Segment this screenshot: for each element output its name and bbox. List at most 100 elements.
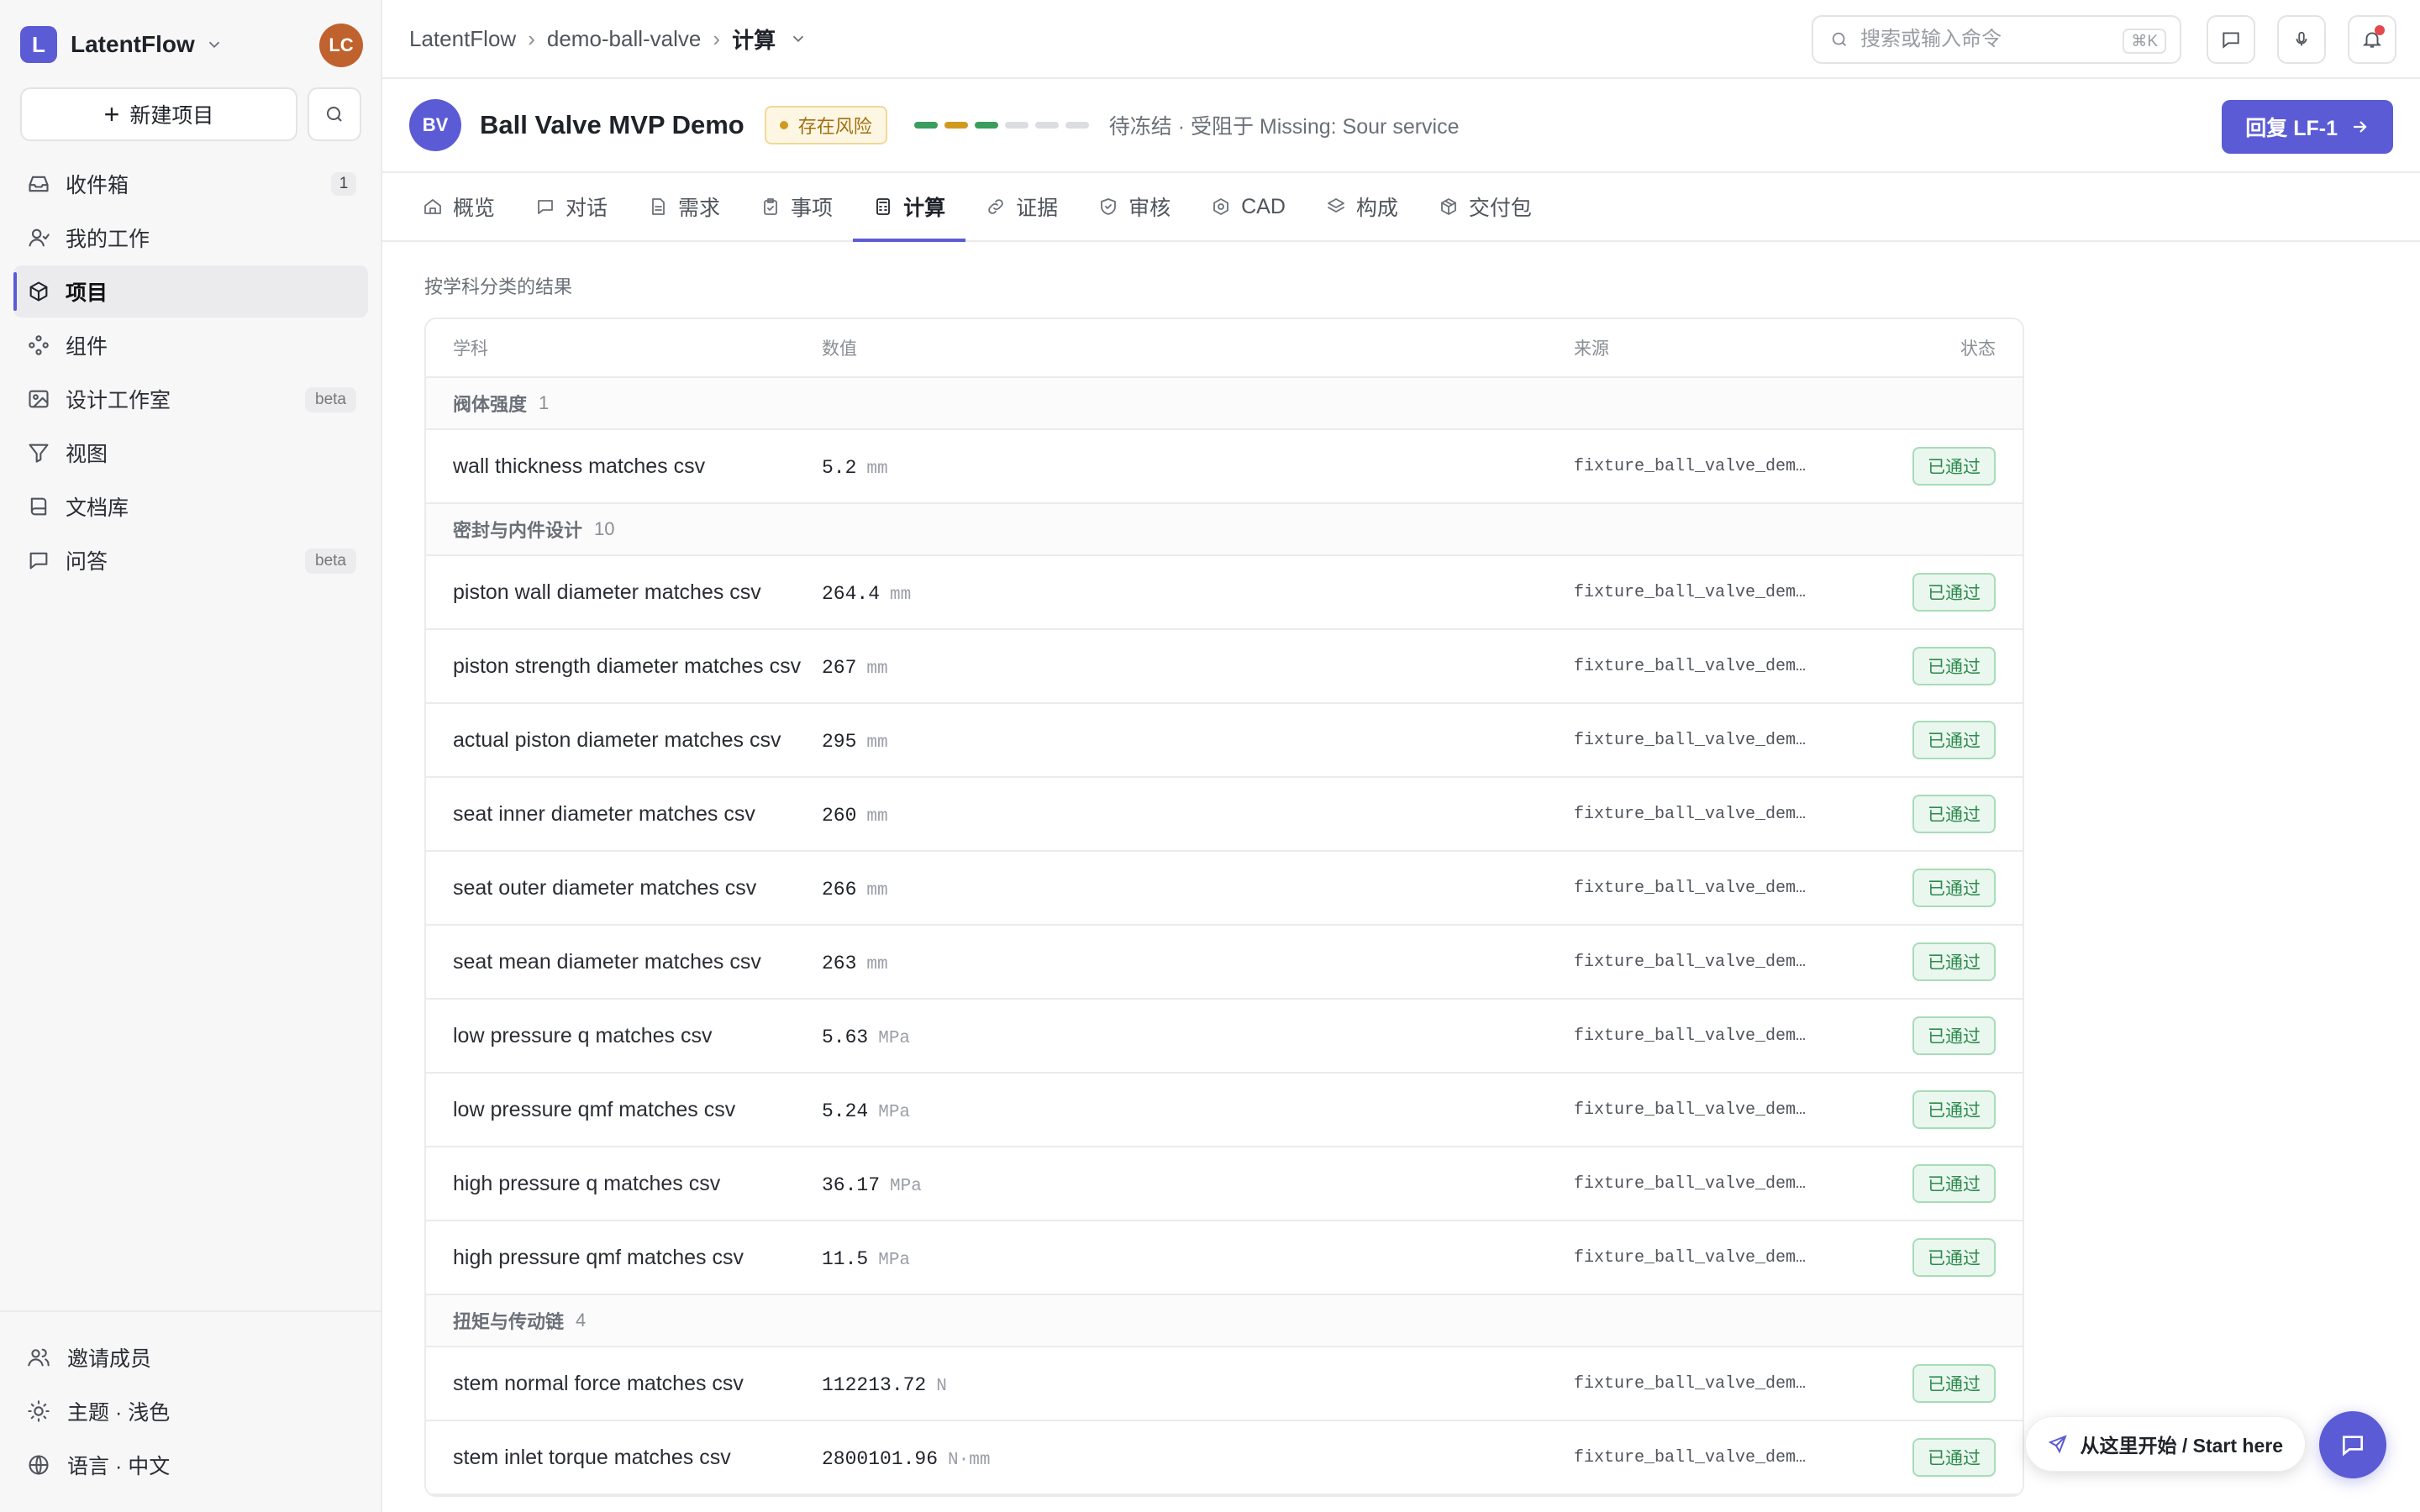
globe-icon [29, 1455, 49, 1475]
beta-badge: beta [305, 549, 356, 574]
sidebar-bottom-label: 语言 · 中文 [67, 1455, 171, 1478]
result-source[interactable]: fixture_ball_valve_dem… [1574, 457, 1806, 476]
sidebar-item-label: 组件 [66, 335, 108, 359]
table-row[interactable]: piston wall diameter matches csv 264.4 mm f… [426, 556, 2023, 630]
breadcrumb-current[interactable]: 计算 [732, 24, 776, 55]
command-search[interactable]: ⌘K [1812, 15, 2181, 64]
table-row[interactable]: seat outer diameter matches csv 266 mm fixt… [426, 852, 2023, 926]
count-badge: 1 [331, 172, 356, 196]
chevron-down-icon[interactable] [789, 29, 808, 48]
start-here-button[interactable]: 从这里开始 / Start here [2025, 1416, 2306, 1472]
sidebar-item-7[interactable]: 问答 beta [13, 534, 368, 586]
result-source[interactable]: fixture_ball_valve_dem… [1574, 731, 1806, 750]
home-icon [424, 199, 441, 214]
result-source[interactable]: fixture_ball_valve_dem… [1574, 953, 1806, 972]
sidebar-item-1[interactable]: 我的工作 [13, 212, 368, 264]
project-header: BV Ball Valve MVP Demo 存在风险 待冻结 · 受阻于 Mi… [382, 79, 2420, 173]
risk-status-badge[interactable]: 存在风险 [764, 106, 887, 144]
result-source[interactable]: fixture_ball_valve_dem… [1574, 1374, 1806, 1394]
progress-segment [974, 122, 998, 129]
notifications-button[interactable] [2348, 15, 2396, 64]
message-icon [2223, 32, 2239, 49]
chat-fab-button[interactable] [2319, 1411, 2386, 1478]
result-value-cell: 5.2 mm [822, 454, 888, 479]
table-row[interactable]: high pressure qmf matches csv 11.5 MPa fixt… [426, 1221, 2023, 1295]
table-row[interactable]: seat mean diameter matches csv 263 mm fixtu… [426, 926, 2023, 1000]
group-header[interactable]: 扭矩与传动链 4 [426, 1295, 2023, 1347]
search-input[interactable] [1860, 28, 2112, 51]
result-value-cell: 263 mm [822, 950, 888, 974]
tab-7[interactable]: CAD [1191, 173, 1306, 240]
table-row[interactable]: stem normal force matches csv 112213.72 Nf… [426, 1347, 2023, 1421]
table-row[interactable]: seat inner diameter matches csv 260 mm fixt… [426, 778, 2023, 852]
tab-3[interactable]: 事项 [740, 173, 853, 240]
tab-0[interactable]: 概览 [402, 173, 515, 240]
sidebar-item-5[interactable]: 视图 [13, 427, 368, 479]
sidebar-item-4[interactable]: 设计工作室 beta [13, 373, 368, 425]
result-source[interactable]: fixture_ball_valve_dem… [1574, 1100, 1806, 1120]
result-unit: mm [866, 806, 888, 827]
tab-9[interactable]: 交付包 [1418, 173, 1552, 240]
table-row[interactable]: wall thickness matches csv 5.2 mm fixture_b… [426, 430, 2023, 504]
risk-dot [779, 121, 788, 129]
results-table: 学科 数值 来源 状态 阀体强度 1 wall thickness matches … [424, 318, 2024, 1497]
table-row[interactable]: actual piston diameter matches csv 295 mm f… [426, 704, 2023, 778]
result-name: piston wall diameter matches csv [453, 580, 761, 604]
result-name: high pressure qmf matches csv [453, 1245, 744, 1269]
reply-label: 回复 LF-1 [2245, 117, 2338, 140]
table-row[interactable]: high pressure q matches csv 36.17 MPa fixtu… [426, 1147, 2023, 1221]
breadcrumb-workspace[interactable]: LatentFlow [409, 26, 516, 52]
group-header[interactable]: 密封与内件设计 10 [426, 504, 2023, 556]
new-project-label: 新建项目 [129, 104, 214, 128]
layers-icon [1328, 198, 1344, 213]
new-project-button[interactable]: + 新建项目 [20, 87, 297, 141]
sidebar-item-6[interactable]: 文档库 [13, 480, 368, 533]
result-source[interactable]: fixture_ball_valve_dem… [1574, 583, 1806, 602]
result-value-cell: 112213.72 N [822, 1372, 947, 1396]
result-source[interactable]: fixture_ball_valve_dem… [1574, 879, 1806, 898]
sidebar-search-button[interactable] [308, 87, 361, 141]
result-source[interactable]: fixture_ball_valve_dem… [1574, 1026, 1806, 1046]
messages-button[interactable] [2207, 15, 2255, 64]
tab-label: 对话 [566, 197, 608, 220]
result-source[interactable]: fixture_ball_valve_dem… [1574, 1448, 1806, 1467]
result-value: 2800101.96 [822, 1447, 939, 1470]
mic-button[interactable] [2277, 15, 2326, 64]
status-badge: 已通过 [1912, 1090, 1996, 1129]
project-status: 待冻结 · 受阻于 Missing: Sour service [1108, 115, 1460, 139]
result-unit: mm [866, 880, 888, 900]
tab-5[interactable]: 证据 [965, 173, 1078, 240]
result-source[interactable]: fixture_ball_valve_dem… [1574, 805, 1806, 824]
sidebar-item-0[interactable]: 收件箱 1 [13, 158, 368, 210]
group-header[interactable]: 阀体强度 1 [426, 378, 2023, 430]
tab-2[interactable]: 需求 [628, 173, 740, 240]
reply-button[interactable]: 回复 LF-1 [2222, 100, 2393, 154]
group-name: 密封与内件设计 [453, 520, 583, 541]
table-row[interactable]: low pressure qmf matches csv 5.24 MPa fixtu… [426, 1074, 2023, 1147]
sidebar-item-2[interactable]: 项目 [13, 265, 368, 318]
table-row[interactable]: low pressure q matches csv 5.63 MPa fixture… [426, 1000, 2023, 1074]
table-row[interactable]: stem inlet torque matches csv 2800101.96 N… [426, 1421, 2023, 1495]
search-icon [1832, 32, 1846, 46]
shield-icon [1101, 198, 1116, 215]
result-value-cell: 260 mm [822, 802, 888, 827]
tab-6[interactable]: 审核 [1078, 173, 1191, 240]
status-badge: 已通过 [1912, 1016, 1996, 1055]
table-row[interactable]: piston strength diameter matches csv 267 m… [426, 630, 2023, 704]
components-icon [29, 335, 49, 355]
cube-icon [29, 281, 48, 302]
result-source[interactable]: fixture_ball_valve_dem… [1574, 657, 1806, 676]
tab-4[interactable]: 计算 [853, 173, 966, 242]
sidebar-bottom-item-1[interactable]: 主题 · 浅色 [0, 1384, 382, 1438]
sidebar-item-label: 项目 [66, 281, 108, 305]
breadcrumb-project[interactable]: demo-ball-valve [547, 26, 702, 52]
result-source[interactable]: fixture_ball_valve_dem… [1574, 1248, 1806, 1268]
sidebar-item-3[interactable]: 组件 [13, 319, 368, 371]
sidebar-bottom-item-2[interactable]: 语言 · 中文 [0, 1438, 382, 1492]
tab-8[interactable]: 构成 [1306, 173, 1418, 240]
sidebar-bottom-item-0[interactable]: 邀请成员 [0, 1331, 382, 1384]
workspace-switcher[interactable]: L LatentFlow LC [20, 24, 363, 67]
user-avatar[interactable]: LC [319, 24, 363, 67]
tab-1[interactable]: 对话 [515, 173, 628, 240]
result-source[interactable]: fixture_ball_valve_dem… [1574, 1174, 1806, 1194]
